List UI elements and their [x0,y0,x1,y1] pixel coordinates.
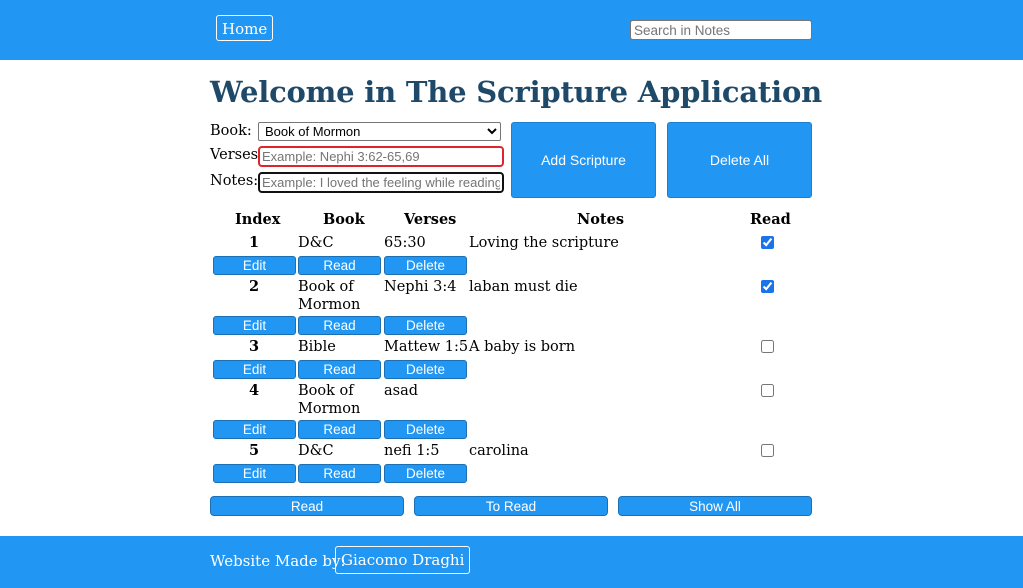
home-button[interactable]: Home [216,15,274,41]
row-4-read-button[interactable]: Read [298,420,381,439]
row-4-read-checkbox[interactable] [761,384,774,397]
verses-label: Verses: [210,147,264,163]
row-5-read-checkbox[interactable] [761,444,774,457]
row-4-index: 4 [248,382,260,399]
row-1-delete-button[interactable]: Delete [384,256,467,275]
row-1-index: 1 [248,234,260,251]
search-input[interactable] [630,20,812,40]
filter-show-all-button[interactable]: Show All [618,496,812,516]
header-read: Read [750,211,791,228]
row-4-book: Book of Mormon [298,383,361,417]
row-2-book: Book of Mormon [298,279,361,313]
row-3-delete-button[interactable]: Delete [384,360,467,379]
notes-input[interactable] [258,172,504,193]
row-1-book: D&C [298,235,334,251]
row-2-index: 2 [248,278,260,295]
row-3-edit-button[interactable]: Edit [213,360,296,379]
add-scripture-button[interactable]: Add Scripture [511,122,656,198]
verses-input[interactable] [258,146,504,167]
row-3-book: Bible [298,339,336,355]
row-5-verses: nefi 1:5 [384,443,440,459]
row-1-edit-button[interactable]: Edit [213,256,296,275]
header-notes: Notes [577,211,625,228]
row-5-book: D&C [298,443,334,459]
row-2-verses: Nephi 3:4 [384,279,457,295]
header-book: Book [323,211,365,228]
row-3-read-button[interactable]: Read [298,360,381,379]
book-label: Book: [210,123,252,139]
row-4-edit-button[interactable]: Edit [213,420,296,439]
header-index: Index [235,211,281,228]
row-5-delete-button[interactable]: Delete [384,464,467,483]
row-1-notes: Loving the scripture [469,235,619,251]
page-title: Welcome in The Scripture Application [210,75,822,109]
footer-label: Website Made by: [210,552,346,570]
book-select[interactable]: Book of Mormon [258,122,501,141]
row-5-read-button[interactable]: Read [298,464,381,483]
row-1-verses: 65:30 [384,235,426,251]
row-3-index: 3 [248,338,260,355]
author-button[interactable]: Giacomo Draghi [335,546,471,574]
row-2-notes: laban must die [469,279,578,295]
footer-bar [0,536,1023,588]
row-2-read-checkbox[interactable] [761,280,774,293]
delete-all-button[interactable]: Delete All [667,122,812,198]
row-5-notes: carolina [469,443,529,459]
row-2-read-button[interactable]: Read [298,316,381,335]
row-3-read-checkbox[interactable] [761,340,774,353]
row-4-delete-button[interactable]: Delete [384,420,467,439]
row-1-read-button[interactable]: Read [298,256,381,275]
row-3-verses: Mattew 1:5 [384,339,469,355]
row-2-delete-button[interactable]: Delete [384,316,467,335]
row-4-verses: asad [384,383,419,399]
row-5-edit-button[interactable]: Edit [213,464,296,483]
row-3-notes: A baby is born [469,339,576,355]
row-1-read-checkbox[interactable] [761,236,774,249]
row-2-edit-button[interactable]: Edit [213,316,296,335]
header-verses: Verses [404,211,457,228]
filter-read-button[interactable]: Read [210,496,404,516]
row-5-index: 5 [248,442,260,459]
filter-to-read-button[interactable]: To Read [414,496,608,516]
notes-label: Notes: [210,173,259,189]
header-bar [0,0,1023,60]
